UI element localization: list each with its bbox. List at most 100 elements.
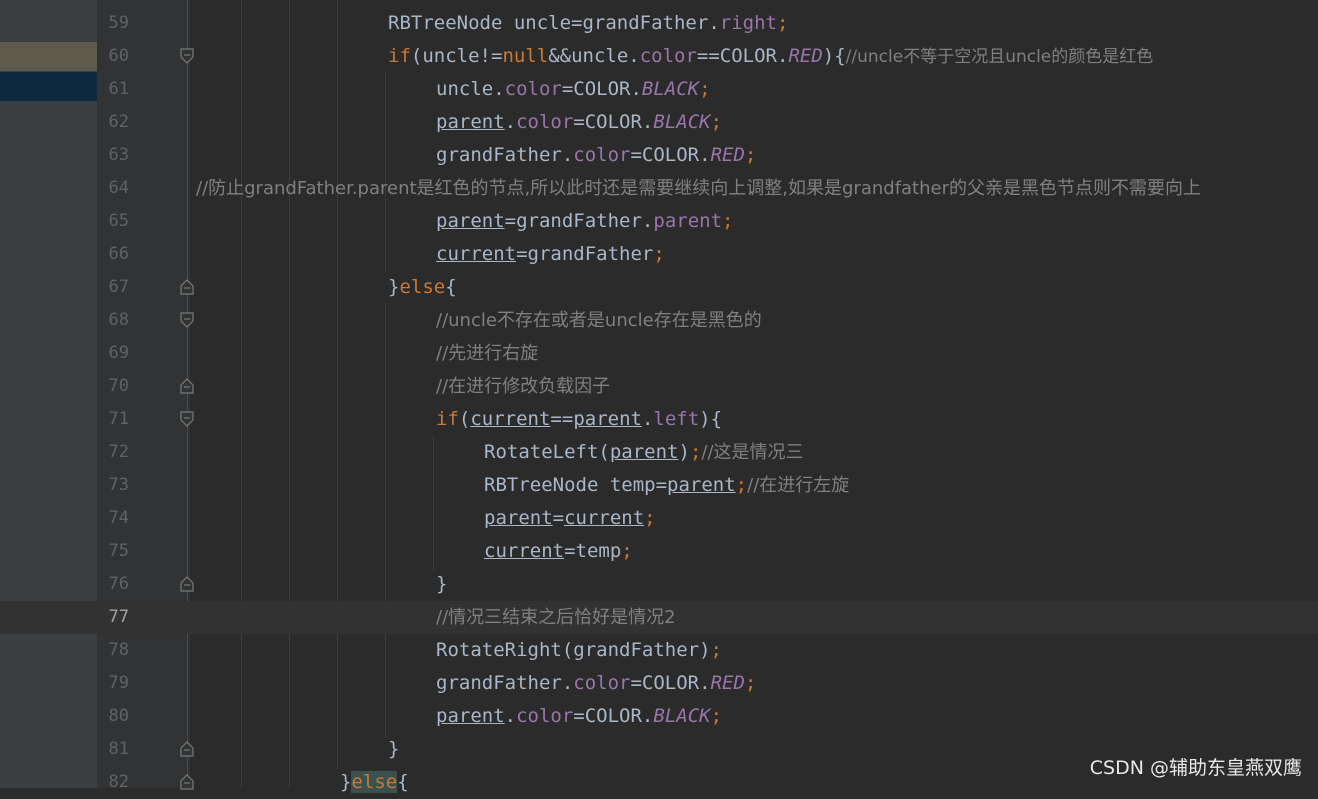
line-number: 64 [108,178,129,198]
code-line[interactable]: 69 //先进行右旋 [0,337,1318,370]
code-text: grandFather.color=COLOR.RED; [436,145,756,166]
code-line[interactable]: 60 if(uncle!=null&&uncle.color==COLOR.RE… [0,40,1318,73]
code-text: parent=grandFather.parent; [436,211,733,232]
line-number: 74 [108,508,129,528]
comment: //uncle不等于空况且uncle的颜色是红色 [845,47,1154,67]
code-line[interactable]: 62 parent.color=COLOR.BLACK; [0,106,1318,139]
token: temp= [598,474,668,496]
comment-text: //在进行修改负载因子 [436,376,611,397]
line-number: 71 [108,409,129,429]
comment-text: //情况三结束之后恰好是情况2 [436,607,676,628]
code-line[interactable]: 73 RBTreeNode temp=parent;//在进行左旋 [0,469,1318,502]
code-line[interactable]: 75 current=temp; [0,535,1318,568]
code-line[interactable]: 79 grandFather.color=COLOR.RED; [0,667,1318,700]
token: ; [653,243,665,265]
token: temp [575,540,622,562]
comment: //在进行修改负载因子 [436,376,610,397]
code-line[interactable]: 65 parent=grandFather.parent; [0,205,1318,238]
code-line[interactable]: 74 parent=current; [0,502,1318,535]
token: &&uncle. [548,45,640,67]
code-text: } [388,739,399,760]
token: color [573,672,631,694]
code-line[interactable]: 71 if(current==parent.left){ [0,403,1318,436]
code-text: current=grandFather; [436,244,665,265]
code-text: RBTreeNode uncle=grandFather.right; [388,13,788,34]
csdn-watermark: CSDN @辅助东皇燕双鹰 [1089,757,1302,779]
token: =COLOR. [573,111,654,133]
token: RBTreeNode [484,474,599,496]
token: = [552,507,565,529]
comment: //先进行右旋 [436,343,538,364]
token: =COLOR. [561,78,642,100]
token: if [436,408,459,430]
token: color [573,144,631,166]
token: parent [484,507,553,529]
token: { [397,771,409,793]
token: parent [436,111,505,133]
line-number: 73 [108,475,129,495]
line-number: 63 [108,145,129,165]
code-text: parent=current; [484,508,656,529]
token: . [504,111,517,133]
comment-text: //uncle不存在或者是uncle存在是黑色的 [436,310,762,331]
code-line[interactable]: 61 uncle.color=COLOR.BLACK; [0,73,1318,106]
token: ; [722,210,734,232]
token: } [388,276,400,298]
code-line[interactable]: 59 RBTreeNode uncle=grandFather.right; [0,7,1318,40]
token: uncle [422,45,480,67]
line-number: 65 [108,211,129,231]
token: uncle= [513,12,583,34]
code-line[interactable]: 76 } [0,568,1318,601]
fold-close-icon[interactable] [180,576,194,592]
token: = [504,210,517,232]
token: ) [678,441,690,463]
token: ( [458,408,471,430]
token: } [340,771,352,793]
fold-open-icon[interactable] [180,312,194,328]
token: color [639,45,697,67]
code-line[interactable]: 67 }else{ [0,271,1318,304]
code-line[interactable]: 80 parent.color=COLOR.BLACK; [0,700,1318,733]
token: ; [621,540,633,562]
code-text: if(uncle!=null&&uncle.color==COLOR.RED){… [388,46,1153,68]
token: parent [573,408,642,430]
fold-close-icon[interactable] [180,741,194,757]
code-line[interactable]: 63 grandFather.color=COLOR.RED; [0,139,1318,172]
line-number: 79 [108,673,129,693]
token: BLACK [653,705,711,727]
token: ; [689,441,702,463]
code-line[interactable]: 68 //uncle不存在或者是uncle存在是黑色的 [0,304,1318,337]
token: ; [735,474,748,496]
code-text: }else{ [388,277,457,298]
code-text: } [436,574,447,595]
token: } [388,738,400,760]
token: . [504,705,517,727]
fold-close-icon[interactable] [180,279,194,295]
fold-open-icon[interactable] [180,48,194,64]
line-number: 77 [108,607,129,627]
fold-open-icon[interactable] [180,411,194,427]
token: color [504,78,562,100]
code-text: parent.color=COLOR.BLACK; [436,706,722,727]
code-text: uncle.color=COLOR.BLACK; [436,79,711,100]
token: grandFather. [582,12,720,34]
code-line[interactable]: 78 RotateRight(grandFather); [0,634,1318,667]
code-text: }else{ [340,771,409,793]
token: RotateRight(grandFather) [436,639,711,661]
code-line[interactable]: 72 RotateLeft(parent);//这是情况三 [0,436,1318,469]
code-text: current=temp; [484,541,633,562]
code-line[interactable]: 66 current=grandFather; [0,238,1318,271]
token: BLACK [653,111,711,133]
token: current [564,507,645,529]
line-number: 76 [108,574,129,594]
line-number: 67 [108,277,129,297]
line-number: 80 [108,706,129,726]
code-line[interactable]: 70 //在进行修改负载因子 [0,370,1318,403]
token: ; [644,507,656,529]
token: ){ [699,408,723,430]
code-line[interactable]: 64 //防止grandFather.parent是红色的节点,所以此时还是需要… [0,172,1318,205]
code-text: RBTreeNode temp=parent;//在进行左旋 [484,474,849,497]
fold-close-icon[interactable] [180,378,194,394]
token: ; [744,144,757,166]
current-code-line[interactable]: 77 //情况三结束之后恰好是情况2 [0,601,1318,634]
